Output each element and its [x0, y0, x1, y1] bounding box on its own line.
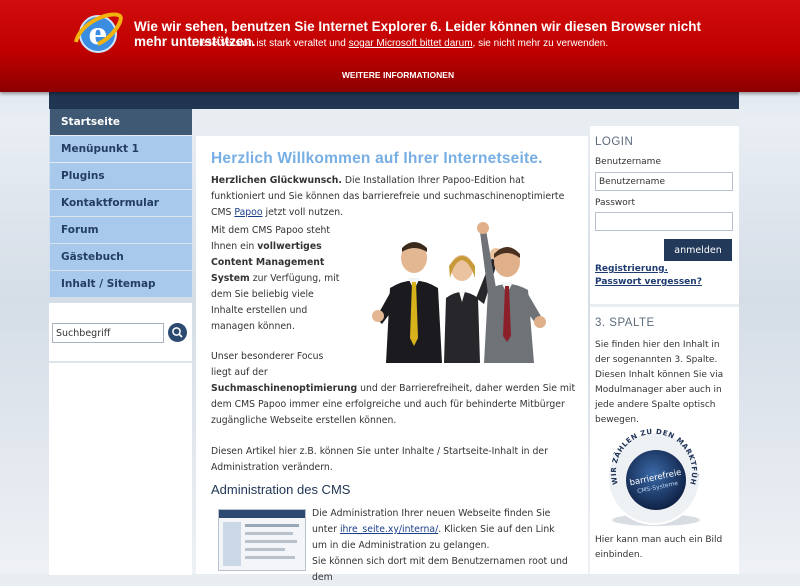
- login-title: LOGIN: [595, 136, 634, 148]
- ie6-warning-banner: e Wie wir sehen, benutzen Sie Internet E…: [0, 0, 800, 92]
- username-label: Benutzername: [595, 157, 661, 167]
- admin-paragraph: Die Administration Ihrer neuen Webseite …: [312, 506, 570, 586]
- main-navigation: Startseite Menüpunkt 1 Plugins Kontaktfo…: [49, 109, 192, 298]
- image-hint-text: Hier kann man auch ein Bild einbinden.: [595, 535, 723, 560]
- left-column-filler: [49, 362, 192, 575]
- congrats-paragraph: Herzlichen Glückwunsch. Die Installation…: [211, 173, 577, 221]
- focus-bold: Suchmaschinenoptimierung: [211, 383, 358, 394]
- accessibility-badge-icon: WIR ZÄHLEN ZU DEN MARKTFÜHRERN barrieref…: [598, 428, 701, 526]
- main-content: Herzlich Willkommen auf Ihrer Internetse…: [196, 136, 588, 583]
- search-input[interactable]: [52, 323, 164, 343]
- ie-warning-text-before: Diese Version ist stark veraltet und: [191, 38, 349, 49]
- login-button[interactable]: anmelden: [664, 239, 732, 261]
- admin-screenshot-thumbnail: [218, 509, 306, 571]
- cms-intro-paragraph: Mit dem CMS Papoo steht Ihnen ein vollwe…: [211, 223, 341, 381]
- article-hint-paragraph: Diesen Artikel hier z.B. können Sie unte…: [211, 446, 548, 473]
- nav-item-inhalt-sitemap[interactable]: Inhalt / Sitemap: [49, 271, 192, 297]
- congrats-end: jetzt voll nutzen.: [262, 207, 344, 218]
- third-column-title: 3. SPALTE: [595, 317, 655, 329]
- more-info-link[interactable]: WEITERE INFORMATIONEN: [0, 70, 796, 80]
- nav-item-forum[interactable]: Forum: [49, 217, 192, 243]
- focus-intro: Unser besonderer Focus liegt auf der: [211, 351, 324, 378]
- search-icon: [172, 327, 183, 338]
- microsoft-request-link[interactable]: sogar Microsoft bittet darum: [349, 38, 473, 49]
- nav-item-gaestebuch[interactable]: Gästebuch: [49, 244, 192, 270]
- papoo-link[interactable]: Papoo: [234, 207, 262, 218]
- page-title: Herzlich Willkommen auf Ihrer Internetse…: [211, 150, 543, 167]
- admin-heading: Administration des CMS: [211, 482, 351, 497]
- admin-text-more: Sie können sich dort mit dem Benutzernam…: [312, 556, 568, 583]
- username-field[interactable]: [595, 172, 733, 191]
- focus-paragraph: Suchmaschinenoptimierung und der Barrier…: [211, 381, 577, 429]
- congrats-bold: Herzlichen Glückwunsch.: [211, 175, 342, 186]
- search-button[interactable]: [168, 323, 187, 342]
- right-sidebar: LOGIN Benutzername Passwort anmelden Reg…: [590, 109, 739, 574]
- nav-item-menuepunkt-1[interactable]: Menüpunkt 1: [49, 136, 192, 162]
- third-column-panel: 3. SPALTE Sie finden hier den Inhalt in …: [590, 307, 739, 574]
- nav-item-startseite[interactable]: Startseite: [49, 109, 192, 135]
- third-column-text: Sie finden hier den Inhalt in der sogena…: [595, 340, 724, 425]
- internet-explorer-icon: e: [74, 12, 123, 53]
- login-panel: LOGIN Benutzername Passwort anmelden Reg…: [590, 126, 739, 304]
- forgot-password-link[interactable]: Passwort vergessen?: [595, 277, 702, 287]
- ie-warning-text-after: , sie nicht mehr zu verwenden.: [472, 38, 609, 49]
- team-photo: [372, 218, 548, 363]
- admin-link[interactable]: ihre_seite.xy/interna/: [340, 524, 438, 535]
- password-label: Passwort: [595, 198, 636, 208]
- nav-item-kontaktformular[interactable]: Kontaktformular: [49, 190, 192, 216]
- password-field[interactable]: [595, 212, 733, 231]
- ie-warning-subtitle: Diese Version ist stark veraltet und sog…: [0, 38, 800, 49]
- nav-item-plugins[interactable]: Plugins: [49, 163, 192, 189]
- search-box: [49, 302, 192, 361]
- register-link[interactable]: Registrierung.: [595, 264, 668, 274]
